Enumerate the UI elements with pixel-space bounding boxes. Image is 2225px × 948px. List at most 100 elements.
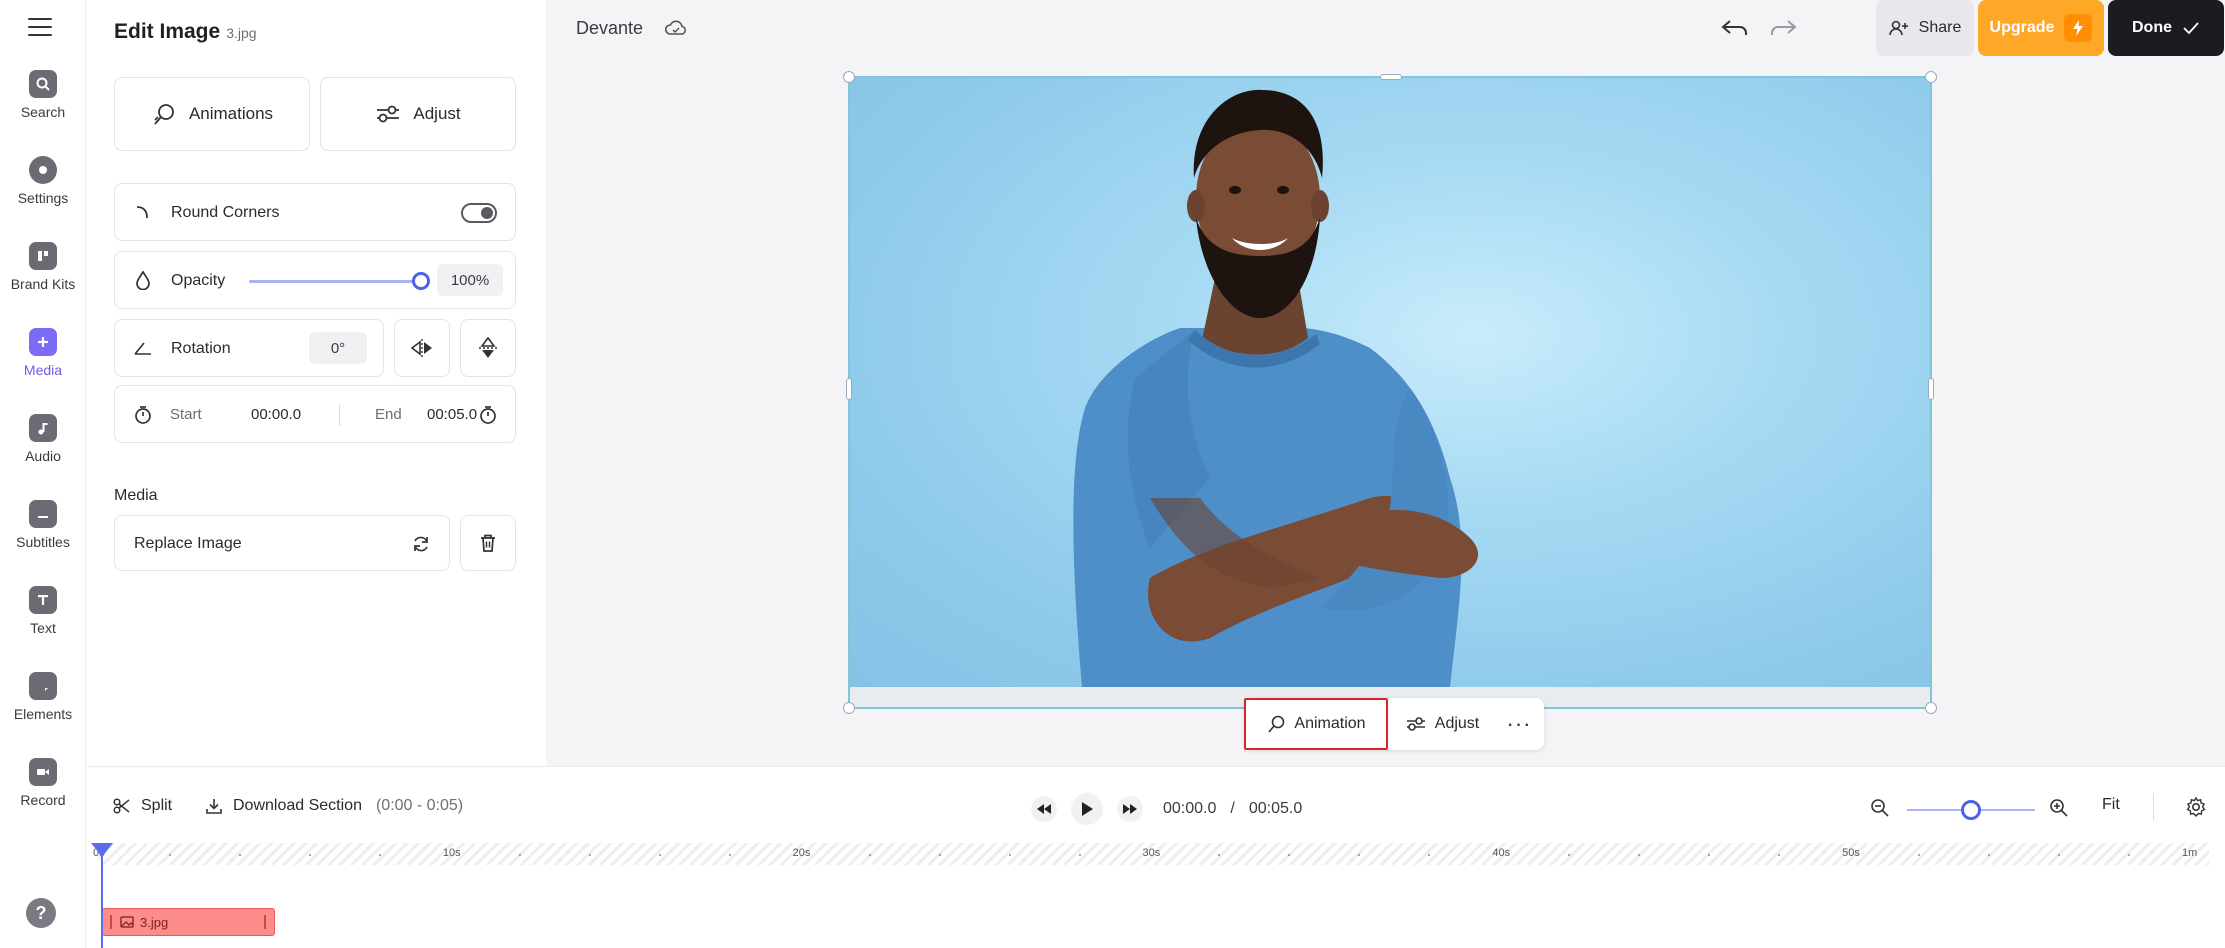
project-name[interactable]: Devante bbox=[576, 18, 643, 39]
share-button[interactable]: Share bbox=[1876, 0, 1974, 56]
flip-vertical-button[interactable] bbox=[460, 319, 516, 377]
resize-handle-top-right[interactable] bbox=[1925, 71, 1937, 83]
rail-item-brand-kits[interactable]: Brand Kits bbox=[0, 236, 86, 316]
zoom-slider-thumb[interactable] bbox=[1961, 800, 1981, 820]
download-section-button[interactable]: Download Section (0:00 - 0:05) bbox=[205, 797, 463, 815]
done-button[interactable]: Done bbox=[2108, 0, 2224, 56]
rail-item-audio[interactable]: Audio bbox=[0, 408, 86, 488]
opacity-slider-thumb[interactable] bbox=[412, 272, 430, 290]
rotation-value[interactable]: 0° bbox=[309, 332, 367, 364]
resize-handle-top[interactable] bbox=[1380, 74, 1402, 80]
round-corner-icon bbox=[136, 206, 148, 219]
rail-label: Brand Kits bbox=[10, 276, 76, 292]
music-note-icon bbox=[29, 414, 57, 442]
fast-forward-button[interactable] bbox=[1117, 796, 1143, 822]
media-section-label: Media bbox=[114, 487, 158, 504]
sliders-icon bbox=[1406, 717, 1425, 731]
rail-item-search[interactable]: Search bbox=[0, 64, 86, 144]
adjust-toolbar-label: Adjust bbox=[1434, 715, 1480, 732]
ruler-tick bbox=[938, 854, 941, 856]
clip-label: 3.jpg bbox=[140, 914, 169, 930]
zoom-in-icon[interactable] bbox=[2049, 798, 2069, 818]
rail-item-subtitles[interactable]: Subtitles bbox=[0, 494, 86, 574]
resize-handle-bottom-right[interactable] bbox=[1925, 702, 1937, 714]
playhead[interactable] bbox=[91, 843, 113, 857]
resize-handle-right[interactable] bbox=[1928, 378, 1934, 400]
rail-item-elements[interactable]: Elements bbox=[0, 666, 86, 746]
rail-item-text[interactable]: Text bbox=[0, 580, 86, 660]
more-options-button[interactable]: ··· bbox=[1496, 698, 1542, 750]
resize-handle-left[interactable] bbox=[846, 378, 852, 400]
opacity-slider-track[interactable] bbox=[249, 280, 421, 283]
upgrade-button[interactable]: Upgrade bbox=[1978, 0, 2104, 56]
ruler-label: 50s bbox=[1842, 847, 1860, 859]
opacity-value[interactable]: 100% bbox=[437, 264, 503, 296]
ruler-tick bbox=[1078, 854, 1081, 856]
edit-image-panel: Edit Image 3.jpg Animations Adjust Round… bbox=[87, 0, 546, 766]
animation-button[interactable]: Animation bbox=[1244, 698, 1388, 750]
ruler-label: 10s bbox=[442, 847, 461, 859]
ruler-tick bbox=[868, 854, 871, 856]
rotation-label: Rotation bbox=[171, 340, 231, 357]
plus-icon bbox=[29, 328, 57, 356]
resize-handle-top-left[interactable] bbox=[843, 71, 855, 83]
play-icon bbox=[1082, 802, 1093, 816]
ruler-tick bbox=[728, 854, 731, 856]
selected-image-frame[interactable] bbox=[843, 71, 1937, 714]
delete-button[interactable] bbox=[460, 515, 516, 571]
add-user-icon bbox=[1888, 20, 1908, 36]
rail-label: Subtitles bbox=[16, 534, 70, 550]
ruler-tick bbox=[238, 854, 241, 856]
rail-label: Record bbox=[20, 792, 66, 808]
clip-left-handle[interactable] bbox=[110, 915, 112, 929]
scissors-icon bbox=[113, 798, 130, 814]
image-clip[interactable]: 3.jpg bbox=[101, 908, 275, 936]
end-time-input[interactable]: 00:05.0 bbox=[427, 406, 477, 423]
download-range: (0:00 - 0:05) bbox=[375, 797, 464, 814]
play-button[interactable] bbox=[1071, 793, 1103, 825]
adjust-toolbar-button[interactable]: Adjust bbox=[1388, 698, 1496, 750]
refresh-icon bbox=[414, 536, 428, 552]
start-label: Start bbox=[170, 406, 202, 423]
replace-image-label: Replace Image bbox=[134, 535, 242, 552]
clip-right-handle[interactable] bbox=[264, 915, 266, 929]
resize-handle-bottom-left[interactable] bbox=[843, 702, 855, 714]
share-label: Share bbox=[1918, 19, 1962, 36]
settings-icon bbox=[29, 156, 57, 184]
help-button[interactable]: ? bbox=[26, 898, 56, 928]
panel-filename: 3.jpg bbox=[226, 25, 257, 41]
animations-button[interactable]: Animations bbox=[114, 77, 310, 151]
redo-icon[interactable] bbox=[1768, 16, 1798, 40]
round-corners-row: Round Corners bbox=[114, 183, 516, 241]
canvas-area: Devante Share Upgrade Done Animation Adj… bbox=[546, 0, 2225, 766]
ruler-tick bbox=[308, 854, 311, 856]
flip-horizontal-button[interactable] bbox=[394, 319, 450, 377]
fit-button[interactable]: Fit bbox=[2102, 796, 2120, 814]
cloud-saved-icon bbox=[664, 20, 686, 35]
round-corners-label: Round Corners bbox=[171, 204, 280, 221]
angle-icon bbox=[134, 342, 151, 355]
adjust-label: Adjust bbox=[413, 104, 461, 123]
undo-icon[interactable] bbox=[1720, 16, 1750, 40]
adjust-button[interactable]: Adjust bbox=[320, 77, 516, 151]
sliders-icon bbox=[377, 105, 400, 123]
rail-item-settings[interactable]: Settings bbox=[0, 150, 86, 230]
rail-item-record[interactable]: Record bbox=[0, 752, 86, 832]
zoom-out-icon[interactable] bbox=[1870, 798, 1890, 818]
gear-icon[interactable] bbox=[2185, 796, 2207, 818]
split-label: Split bbox=[141, 797, 173, 814]
ruler-tick bbox=[2128, 854, 2131, 856]
replace-image-button[interactable]: Replace Image bbox=[114, 515, 450, 571]
ruler-tick bbox=[1008, 854, 1011, 856]
start-time-input[interactable]: 00:00.0 bbox=[251, 406, 301, 423]
rewind-button[interactable] bbox=[1031, 796, 1057, 822]
hamburger-menu-icon[interactable] bbox=[28, 18, 52, 38]
rail-item-media[interactable]: Media bbox=[0, 322, 86, 402]
toolbar-divider bbox=[2153, 793, 2154, 821]
text-icon bbox=[29, 586, 57, 614]
flip-vertical-icon bbox=[479, 336, 497, 358]
ruler-label: 30s bbox=[1142, 847, 1161, 859]
round-corners-toggle[interactable] bbox=[461, 203, 497, 223]
opacity-label: Opacity bbox=[171, 272, 226, 289]
split-button[interactable]: Split bbox=[113, 797, 172, 815]
